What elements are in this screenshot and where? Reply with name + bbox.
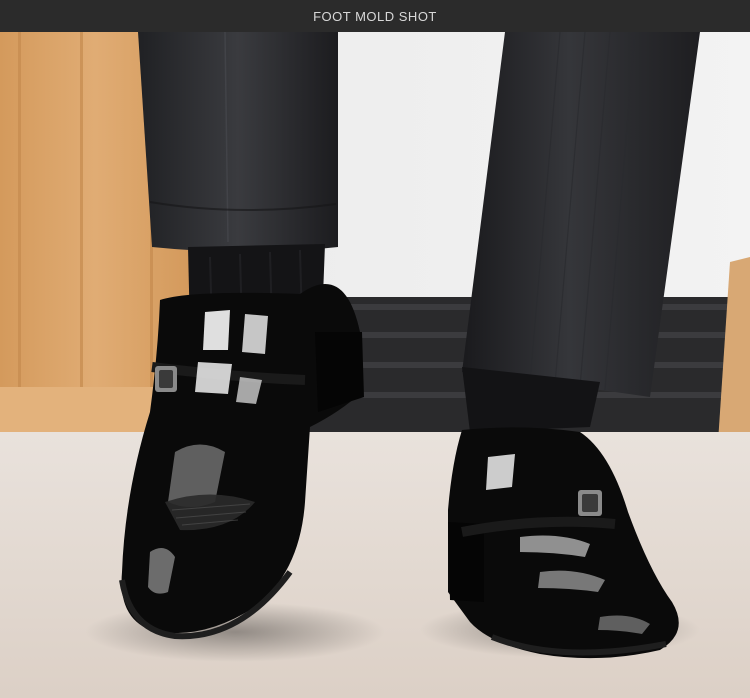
product-detail-page: FOOT MOLD SHOT (0, 0, 750, 698)
section-title: FOOT MOLD SHOT (313, 8, 437, 24)
product-photo (0, 32, 750, 698)
section-header-bar: FOOT MOLD SHOT (0, 0, 750, 32)
